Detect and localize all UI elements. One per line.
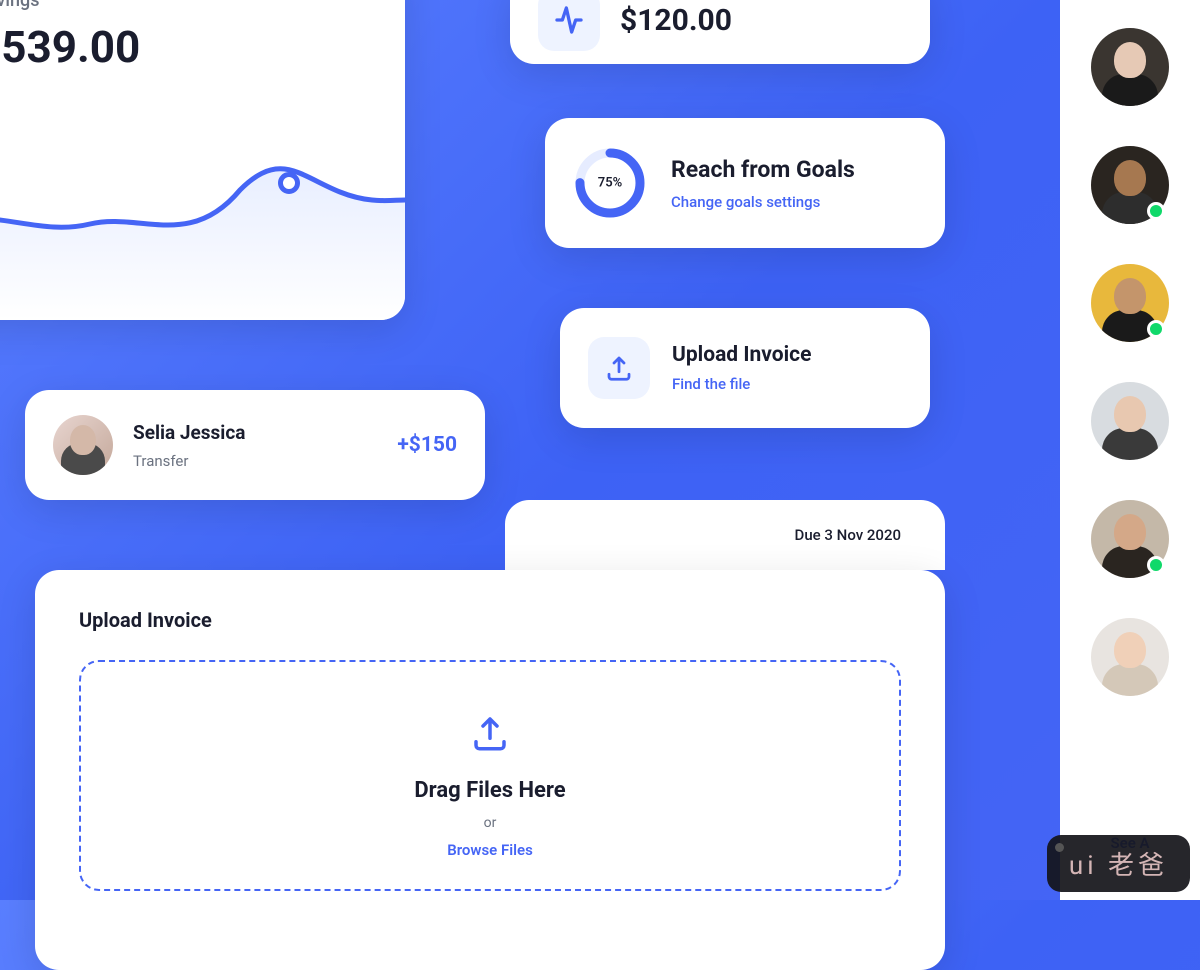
online-status-icon [1147, 320, 1165, 338]
due-date: Due 3 Nov 2020 [795, 526, 901, 544]
upload-dropzone[interactable]: Drag Files Here or Browse Files [79, 660, 901, 891]
activity-amount: $120.00 [620, 3, 732, 38]
goals-percent: 75% [598, 176, 622, 191]
transfer-name: Selia Jessica [133, 421, 397, 444]
online-status-icon [1147, 202, 1165, 220]
transfer-type: Transfer [133, 452, 397, 470]
drop-title: Drag Files Here [101, 778, 879, 803]
goals-progress-ring: 75% [573, 146, 647, 220]
contact-avatar[interactable] [1091, 618, 1169, 696]
upload-invoice-panel: Upload Invoice Drag Files Here or Browse… [35, 570, 945, 970]
upload-panel-title: Upload Invoice [79, 608, 901, 632]
upload-invoice-title: Upload Invoice [672, 343, 811, 367]
activity-icon [538, 0, 600, 51]
savings-label: Savings [0, 0, 369, 11]
watermark: ui 老爸 [1047, 835, 1190, 892]
contact-avatar[interactable] [1091, 28, 1169, 106]
transfer-avatar [53, 415, 113, 475]
chart-marker [278, 172, 300, 194]
transfer-amount: +$150 [397, 433, 457, 457]
goals-card[interactable]: 75% Reach from Goals Change goals settin… [545, 118, 945, 248]
browse-files-link[interactable]: Browse Files [101, 841, 879, 859]
contact-avatar[interactable] [1091, 146, 1169, 224]
savings-amount: $539.00 [0, 21, 369, 73]
contacts-sidebar: See A [1060, 0, 1200, 900]
find-file-link[interactable]: Find the file [672, 375, 811, 393]
contact-avatar[interactable] [1091, 264, 1169, 342]
upload-icon [588, 337, 650, 399]
transfer-card[interactable]: Selia Jessica Transfer +$150 [25, 390, 485, 500]
due-date-tab: Due 3 Nov 2020 [505, 500, 945, 570]
online-status-icon [1147, 556, 1165, 574]
drop-or: or [101, 815, 879, 831]
goals-settings-link[interactable]: Change goals settings [671, 193, 855, 211]
upload-icon [469, 712, 511, 754]
contact-avatar[interactable] [1091, 500, 1169, 578]
activity-card[interactable]: $120.00 [510, 0, 930, 64]
contact-avatar[interactable] [1091, 382, 1169, 460]
savings-chart [0, 120, 405, 320]
upload-invoice-card[interactable]: Upload Invoice Find the file [560, 308, 930, 428]
savings-card: Savings $539.00 [0, 0, 405, 320]
goals-title: Reach from Goals [671, 156, 855, 183]
